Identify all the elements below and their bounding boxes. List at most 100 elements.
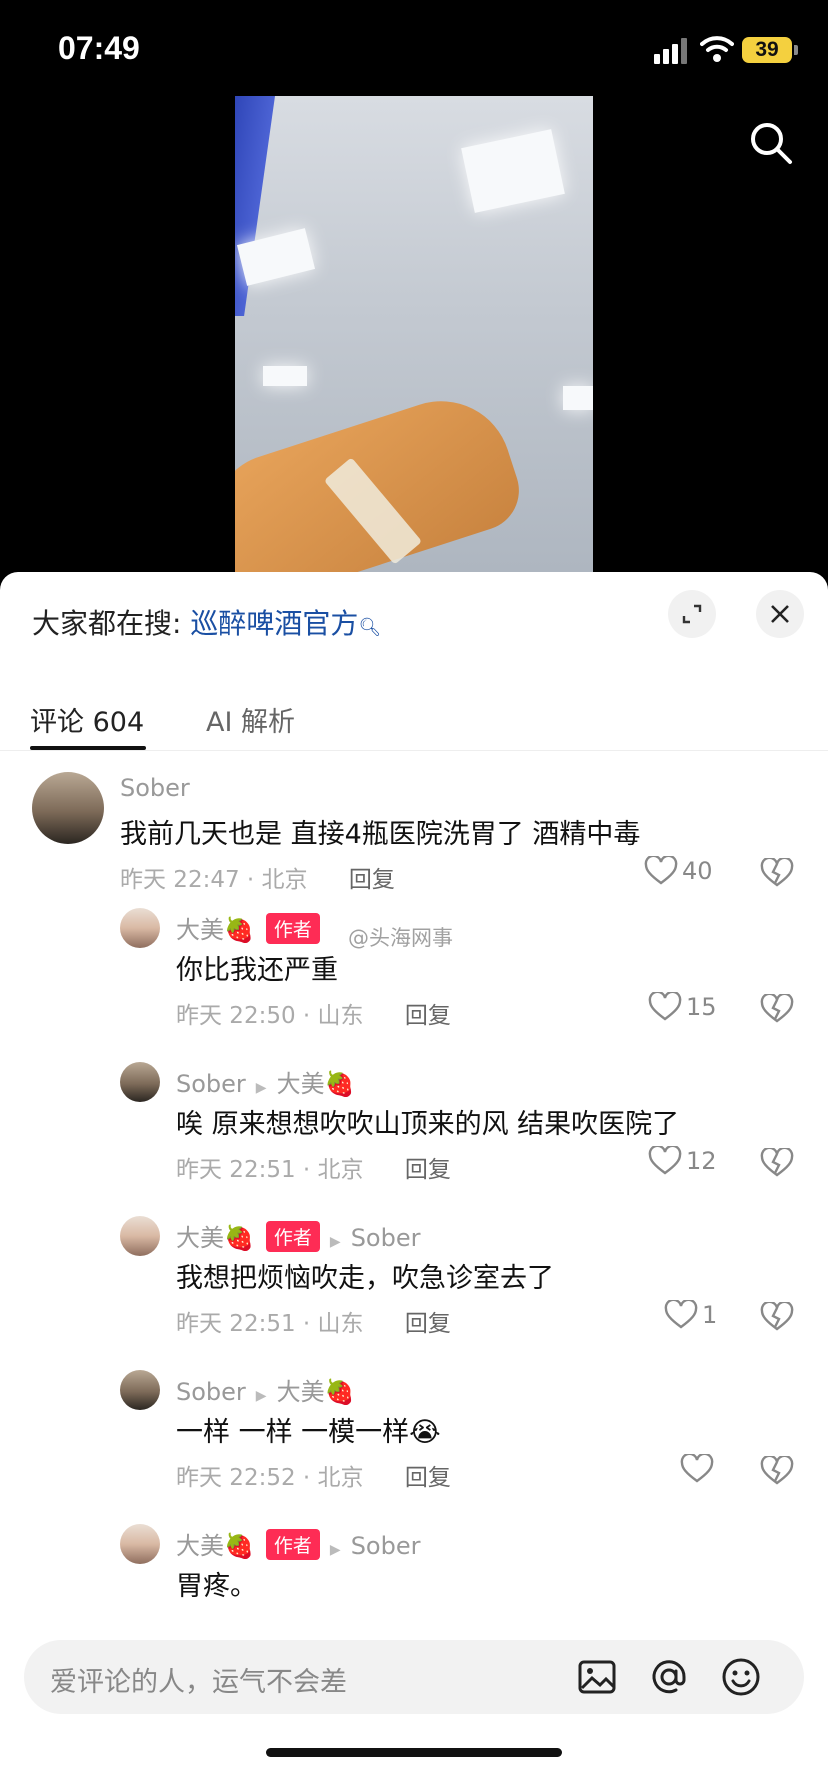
magnifier-icon: 🔍︎ xyxy=(358,617,382,638)
comment-username[interactable]: 大美🍓 作者 ▶ Sober xyxy=(176,1218,420,1253)
avatar[interactable] xyxy=(120,908,160,948)
comment-meta: 昨天 22:51 · 北京 回复 xyxy=(176,1157,451,1183)
author-badge: 作者 xyxy=(265,1529,320,1560)
avatar[interactable] xyxy=(32,772,104,844)
close-icon xyxy=(771,605,789,623)
reply-to-name[interactable]: Sober xyxy=(351,1532,421,1560)
comment-text: 唉 原来想想吹吹山顶来的风 结果吹医院了 xyxy=(176,1109,680,1140)
comment-input-bar[interactable]: 爱评论的人，运气不会差 xyxy=(24,1640,804,1714)
tab-comments[interactable]: 评论 604 xyxy=(30,700,144,739)
ceiling-light xyxy=(263,366,307,386)
broken-heart-icon[interactable] xyxy=(760,1302,794,1332)
reply-to-name[interactable]: 大美🍓 xyxy=(277,1070,355,1098)
reply-arrow-icon: ▶ xyxy=(255,1080,267,1096)
username-text[interactable]: Sober xyxy=(176,1378,246,1406)
comment-location: 北京 xyxy=(317,1157,364,1183)
comment-location: 北京 xyxy=(261,867,308,893)
comment-meta: 昨天 22:51 · 山东 回复 xyxy=(176,1311,451,1337)
username-text[interactable]: 大美🍓 xyxy=(176,916,254,944)
reply-to-name[interactable]: 大美🍓 xyxy=(277,1378,355,1406)
emoji-icon[interactable] xyxy=(720,1656,762,1698)
tab-ai-analysis[interactable]: AI 解析 xyxy=(206,700,295,739)
comment-time: 昨天 22:50 xyxy=(176,1003,296,1029)
status-time: 07:49 xyxy=(58,30,140,66)
comment-location: 北京 xyxy=(317,1465,364,1491)
heart-icon xyxy=(664,1300,698,1329)
like-count: 12 xyxy=(686,1147,717,1175)
comment-time: 昨天 22:51 xyxy=(176,1311,296,1337)
comment-list: @头海网事 Sober 我前几天也是 直接4瓶医院洗胃了 酒精中毒 昨天 22:… xyxy=(0,752,828,1632)
comment-username[interactable]: Sober ▶ 大美🍓 xyxy=(176,1372,354,1407)
at-icon[interactable] xyxy=(648,1656,690,1698)
reply-button[interactable]: 回复 xyxy=(349,867,395,893)
like-count: 15 xyxy=(686,993,717,1021)
ceiling-light xyxy=(563,386,593,410)
reply-arrow-icon: ▶ xyxy=(329,1542,341,1558)
hot-search-keyword[interactable]: 巡醉啤酒官方 xyxy=(190,607,358,640)
comment-time: 昨天 22:52 xyxy=(176,1465,296,1491)
reply-to-name[interactable]: Sober xyxy=(351,1224,421,1252)
author-badge: 作者 xyxy=(265,1221,320,1252)
search-icon[interactable] xyxy=(746,118,796,168)
like-button[interactable]: 15 xyxy=(648,992,717,1022)
comment-username[interactable]: 大美🍓 作者 ▶ Sober xyxy=(176,1526,420,1561)
video-preview[interactable] xyxy=(235,96,593,572)
image-icon[interactable] xyxy=(576,1656,618,1698)
comment-item: Sober ▶ 大美🍓 一样 一样 一模一样😭 昨天 22:52 · 北京 回复 xyxy=(0,1364,828,1514)
comment-text: 我前几天也是 直接4瓶医院洗胃了 酒精中毒 xyxy=(120,819,641,850)
comment-location: 山东 xyxy=(317,1003,364,1029)
broken-heart-icon[interactable] xyxy=(760,1456,794,1486)
comment-username[interactable]: 大美🍓 作者 xyxy=(176,910,320,945)
avatar[interactable] xyxy=(120,1524,160,1564)
comment-time: 昨天 22:51 xyxy=(176,1157,296,1183)
wifi-icon xyxy=(700,36,734,62)
heart-icon xyxy=(648,1146,682,1175)
close-button[interactable] xyxy=(756,590,804,638)
like-button[interactable]: 12 xyxy=(648,1146,717,1176)
comment-text: 你比我还严重 xyxy=(176,955,338,986)
hot-search-bar[interactable]: 大家都在搜: 巡醉啤酒官方🔍︎ xyxy=(32,602,381,642)
reply-arrow-icon: ▶ xyxy=(329,1234,341,1250)
avatar[interactable] xyxy=(120,1216,160,1256)
like-button[interactable] xyxy=(680,1454,714,1484)
expand-icon xyxy=(682,604,702,624)
avatar[interactable] xyxy=(120,1370,160,1410)
username-text[interactable]: 大美🍓 xyxy=(176,1532,254,1560)
broken-heart-icon[interactable] xyxy=(760,858,794,888)
comment-tabs: 评论 604 AI 解析 xyxy=(0,680,828,751)
comment-input-placeholder[interactable]: 爱评论的人，运气不会差 xyxy=(50,1660,347,1699)
broken-heart-icon[interactable] xyxy=(760,1148,794,1178)
author-badge: 作者 xyxy=(265,913,320,944)
like-count: 1 xyxy=(702,1301,718,1329)
comment-item: 大美🍓 作者 你比我还严重 昨天 22:50 · 山东 回复 15 xyxy=(0,902,828,1052)
comment-item: 大美🍓 作者 ▶ Sober 胃疼。 xyxy=(0,1518,828,1628)
heart-icon xyxy=(680,1454,714,1483)
comment-meta: 昨天 22:52 · 北京 回复 xyxy=(176,1465,451,1491)
reply-button[interactable]: 回复 xyxy=(405,1003,451,1029)
username-text[interactable]: Sober xyxy=(176,1070,246,1098)
like-button[interactable]: 1 xyxy=(664,1300,717,1330)
active-tab-indicator xyxy=(30,746,146,750)
expand-button[interactable] xyxy=(668,590,716,638)
comment-item: Sober 我前几天也是 直接4瓶医院洗胃了 酒精中毒 昨天 22:47 · 北… xyxy=(0,752,828,902)
username-text[interactable]: Sober xyxy=(120,774,190,802)
battery-indicator: 39 xyxy=(742,37,798,63)
like-button[interactable]: 40 xyxy=(644,856,713,886)
reply-button[interactable]: 回复 xyxy=(405,1311,451,1337)
comment-meta: 昨天 22:47 · 北京 回复 xyxy=(120,867,395,893)
broken-heart-icon[interactable] xyxy=(760,994,794,1024)
comment-item: Sober ▶ 大美🍓 唉 原来想想吹吹山顶来的风 结果吹医院了 昨天 22:51 … xyxy=(0,1056,828,1206)
comment-meta: 昨天 22:50 · 山东 回复 xyxy=(176,1003,451,1029)
home-indicator[interactable] xyxy=(266,1748,562,1757)
ceiling-light xyxy=(461,129,565,213)
comment-username[interactable]: Sober xyxy=(120,774,190,802)
comment-location: 山东 xyxy=(317,1311,364,1337)
comment-text: 一样 一样 一模一样😭 xyxy=(176,1417,441,1448)
username-text[interactable]: 大美🍓 xyxy=(176,1224,254,1252)
comment-item: 大美🍓 作者 ▶ Sober 我想把烦恼吹走，吹急诊室去了 昨天 22:51 · 山东… xyxy=(0,1210,828,1360)
comment-text: 我想把烦恼吹走，吹急诊室去了 xyxy=(176,1263,554,1294)
reply-button[interactable]: 回复 xyxy=(405,1157,451,1183)
comment-username[interactable]: Sober ▶ 大美🍓 xyxy=(176,1064,354,1099)
avatar[interactable] xyxy=(120,1062,160,1102)
reply-button[interactable]: 回复 xyxy=(405,1465,451,1491)
